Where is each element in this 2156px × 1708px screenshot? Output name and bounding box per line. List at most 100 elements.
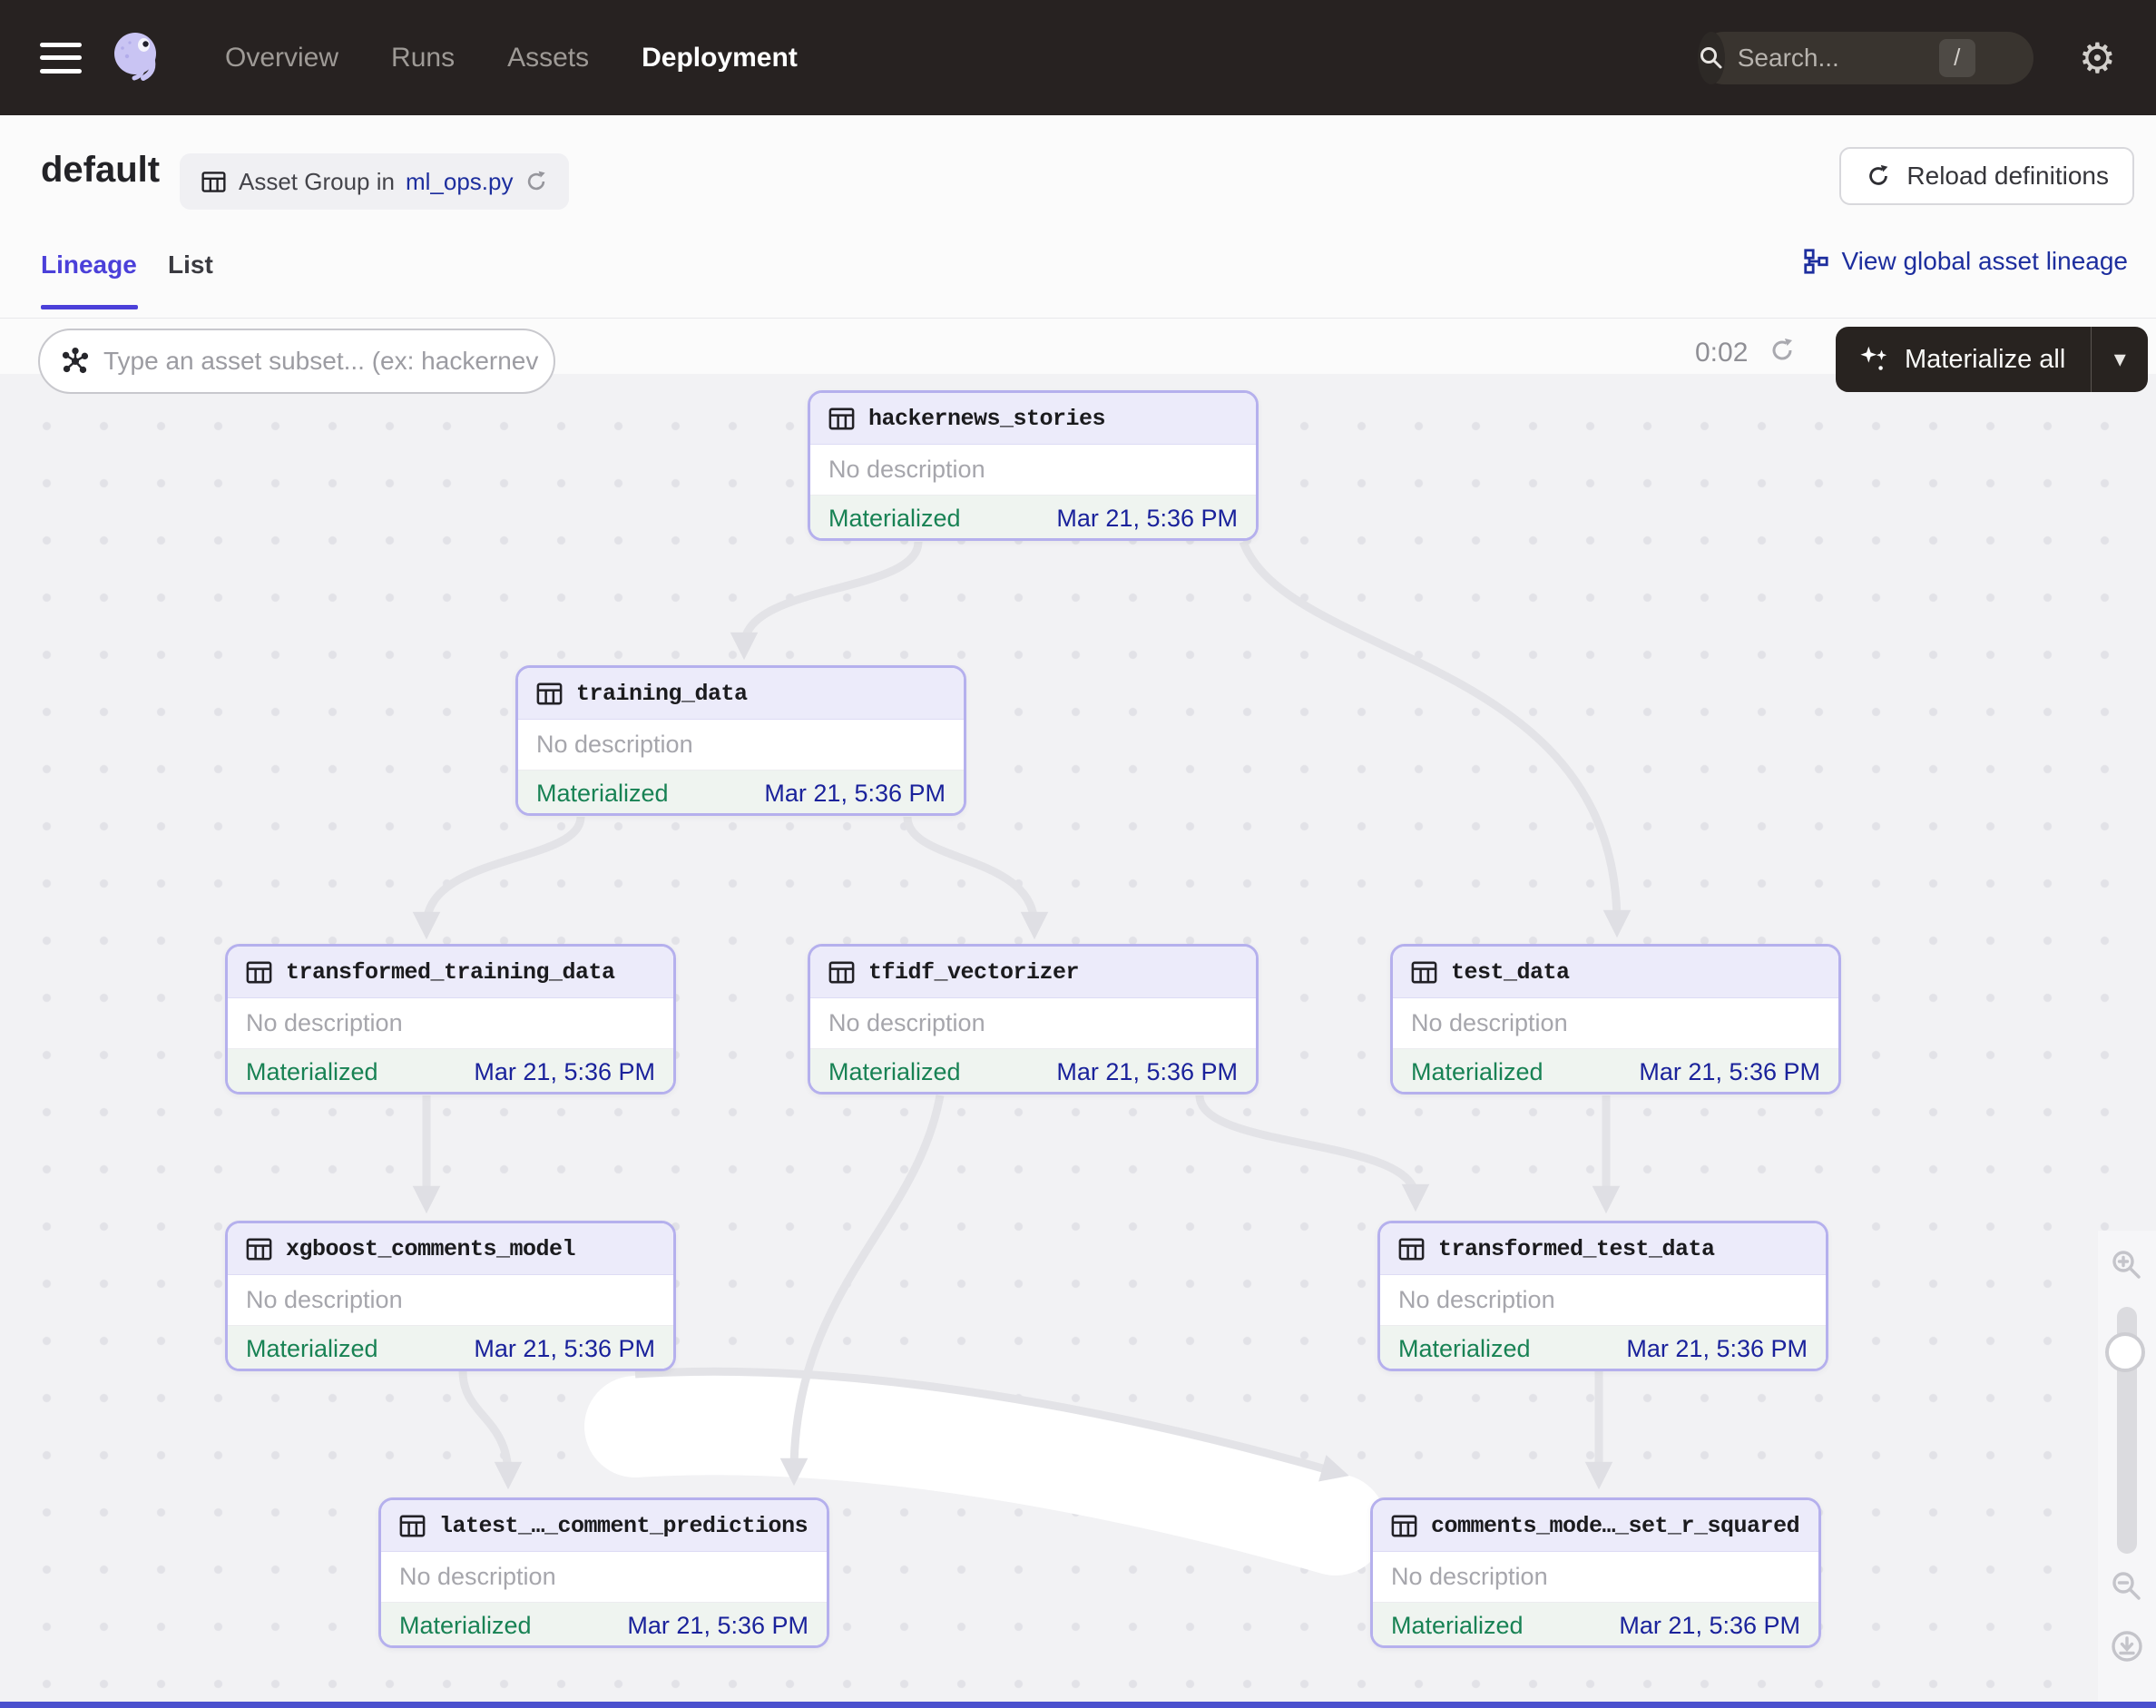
reload-definitions-label: Reload definitions: [1906, 162, 2109, 191]
active-tab-underline: [41, 305, 138, 309]
reload-icon: [1865, 162, 1892, 190]
materialized-status: Materialized: [246, 1335, 378, 1363]
lineage-graph-icon: [1802, 248, 1829, 275]
refresh-icon[interactable]: [1768, 336, 1797, 369]
asset-node[interactable]: test_data No description Materialized Ma…: [1390, 944, 1841, 1094]
view-global-lineage-link[interactable]: View global asset lineage: [1802, 247, 2128, 276]
asset-graph-filter-icon: [60, 346, 91, 377]
asset-description: No description: [1393, 998, 1838, 1049]
asset-node-footer: Materialized Mar 21, 5:36 PM: [1380, 1326, 1826, 1371]
materialization-time[interactable]: Mar 21, 5:36 PM: [1639, 1058, 1820, 1086]
materialized-status: Materialized: [1391, 1612, 1524, 1640]
materialized-status: Materialized: [828, 1058, 961, 1086]
asset-name: comments_mode…_set_r_squared: [1431, 1513, 1799, 1539]
asset-node-footer: Materialized Mar 21, 5:36 PM: [518, 771, 964, 816]
materialized-status: Materialized: [1411, 1058, 1544, 1086]
materialized-status: Materialized: [246, 1058, 378, 1086]
refresh-timer: 0:02: [1695, 338, 1748, 368]
asset-node[interactable]: transformed_training_data No description…: [225, 944, 676, 1094]
materialization-time[interactable]: Mar 21, 5:36 PM: [1619, 1612, 1800, 1640]
asset-node[interactable]: tfidf_vectorizer No description Material…: [808, 944, 1259, 1094]
badge-reload-icon[interactable]: [524, 169, 549, 194]
asset-node-footer: Materialized Mar 21, 5:36 PM: [228, 1049, 673, 1094]
asset-node-header: transformed_training_data: [228, 947, 673, 998]
dagster-logo-icon[interactable]: [109, 29, 167, 87]
asset-node[interactable]: transformed_test_data No description Mat…: [1377, 1221, 1828, 1371]
asset-node[interactable]: xgboost_comments_model No description Ma…: [225, 1221, 676, 1371]
materialization-time[interactable]: Mar 21, 5:36 PM: [474, 1335, 655, 1363]
zoom-slider-knob[interactable]: [2105, 1332, 2145, 1372]
table-icon: [244, 957, 274, 987]
asset-description: No description: [1373, 1552, 1818, 1603]
asset-node-header: latest_…_comment_predictions: [381, 1500, 827, 1552]
nav-item-deployment[interactable]: Deployment: [642, 43, 798, 74]
materialization-time[interactable]: Mar 21, 5:36 PM: [1626, 1335, 1808, 1363]
asset-node[interactable]: training_data No description Materialize…: [515, 665, 966, 816]
page-header: default Asset Group in ml_ops.py Reload …: [0, 115, 2156, 217]
menu-icon[interactable]: [40, 43, 82, 74]
asset-description: No description: [810, 998, 1256, 1049]
tabs-bar: Lineage List View global asset lineage: [0, 217, 2156, 319]
asset-description: No description: [228, 998, 673, 1049]
asset-node-footer: Materialized Mar 21, 5:36 PM: [381, 1603, 827, 1648]
materialization-time[interactable]: Mar 21, 5:36 PM: [764, 780, 946, 808]
materialized-status: Materialized: [399, 1612, 532, 1640]
search-box[interactable]: /: [1698, 32, 2034, 84]
search-icon: [1698, 32, 1725, 84]
bottom-scroll-indicator[interactable]: [0, 1702, 2156, 1708]
asset-node-header: transformed_test_data: [1380, 1223, 1826, 1275]
asset-description: No description: [518, 720, 964, 771]
tab-lineage[interactable]: Lineage: [41, 250, 137, 280]
materialize-all-button[interactable]: Materialize all: [1836, 327, 2091, 392]
materialize-dropdown-button[interactable]: ▾: [2092, 327, 2148, 392]
asset-name: tfidf_vectorizer: [868, 959, 1079, 986]
zoom-out-icon[interactable]: [2109, 1568, 2145, 1609]
asset-node[interactable]: latest_…_comment_predictions No descript…: [378, 1497, 829, 1648]
materialized-status: Materialized: [536, 780, 669, 808]
asset-group-label: Asset Group in: [239, 168, 395, 196]
asset-name: transformed_training_data: [286, 959, 615, 986]
chevron-down-icon: ▾: [2114, 346, 2126, 373]
materialized-status: Materialized: [1398, 1335, 1531, 1363]
gear-icon[interactable]: ⚙: [2079, 37, 2116, 79]
asset-filter-input[interactable]: [102, 346, 544, 377]
asset-node[interactable]: hackernews_stories No description Materi…: [808, 390, 1259, 541]
asset-description: No description: [381, 1552, 827, 1603]
asset-filter-box: [38, 329, 555, 394]
nav-item-assets[interactable]: Assets: [507, 43, 589, 74]
materialization-time[interactable]: Mar 21, 5:36 PM: [1056, 505, 1238, 533]
table-icon: [827, 957, 857, 987]
zoom-in-icon[interactable]: [2109, 1247, 2145, 1288]
asset-group-file-link[interactable]: ml_ops.py: [406, 168, 514, 196]
materialize-all-label: Materialize all: [1905, 345, 2065, 375]
materialize-all-button-group: Materialize all ▾: [1836, 327, 2148, 392]
asset-node[interactable]: comments_mode…_set_r_squared No descript…: [1370, 1497, 1821, 1648]
asset-node-footer: Materialized Mar 21, 5:36 PM: [1373, 1603, 1818, 1648]
asset-node-footer: Materialized Mar 21, 5:36 PM: [810, 496, 1256, 541]
nav-item-runs[interactable]: Runs: [391, 43, 455, 74]
search-shortcut-key: /: [1939, 39, 1975, 77]
asset-node-header: comments_mode…_set_r_squared: [1373, 1500, 1818, 1552]
search-input[interactable]: [1725, 43, 2067, 74]
table-icon: [827, 404, 857, 434]
tab-list[interactable]: List: [168, 250, 213, 280]
asset-node-footer: Materialized Mar 21, 5:36 PM: [228, 1326, 673, 1371]
top-navigation: Overview Runs Assets Deployment / ⚙: [0, 0, 2156, 115]
view-global-lineage-label: View global asset lineage: [1842, 247, 2128, 276]
asset-node-header: tfidf_vectorizer: [810, 947, 1256, 998]
asset-name: latest_…_comment_predictions: [439, 1513, 808, 1539]
zoom-slider[interactable]: [2117, 1307, 2137, 1554]
table-icon: [200, 168, 228, 196]
asset-description: No description: [810, 445, 1256, 496]
table-icon: [397, 1511, 427, 1541]
nav-item-overview[interactable]: Overview: [225, 43, 338, 74]
reload-definitions-button[interactable]: Reload definitions: [1839, 147, 2134, 205]
asset-description: No description: [1380, 1275, 1826, 1326]
materialization-time[interactable]: Mar 21, 5:36 PM: [1056, 1058, 1238, 1086]
table-icon: [534, 679, 564, 709]
download-image-icon[interactable]: [2109, 1628, 2145, 1669]
materialization-time[interactable]: Mar 21, 5:36 PM: [627, 1612, 808, 1640]
materialization-time[interactable]: Mar 21, 5:36 PM: [474, 1058, 655, 1086]
asset-node-header: hackernews_stories: [810, 393, 1256, 445]
canvas-controls-panel: [2098, 1231, 2156, 1708]
